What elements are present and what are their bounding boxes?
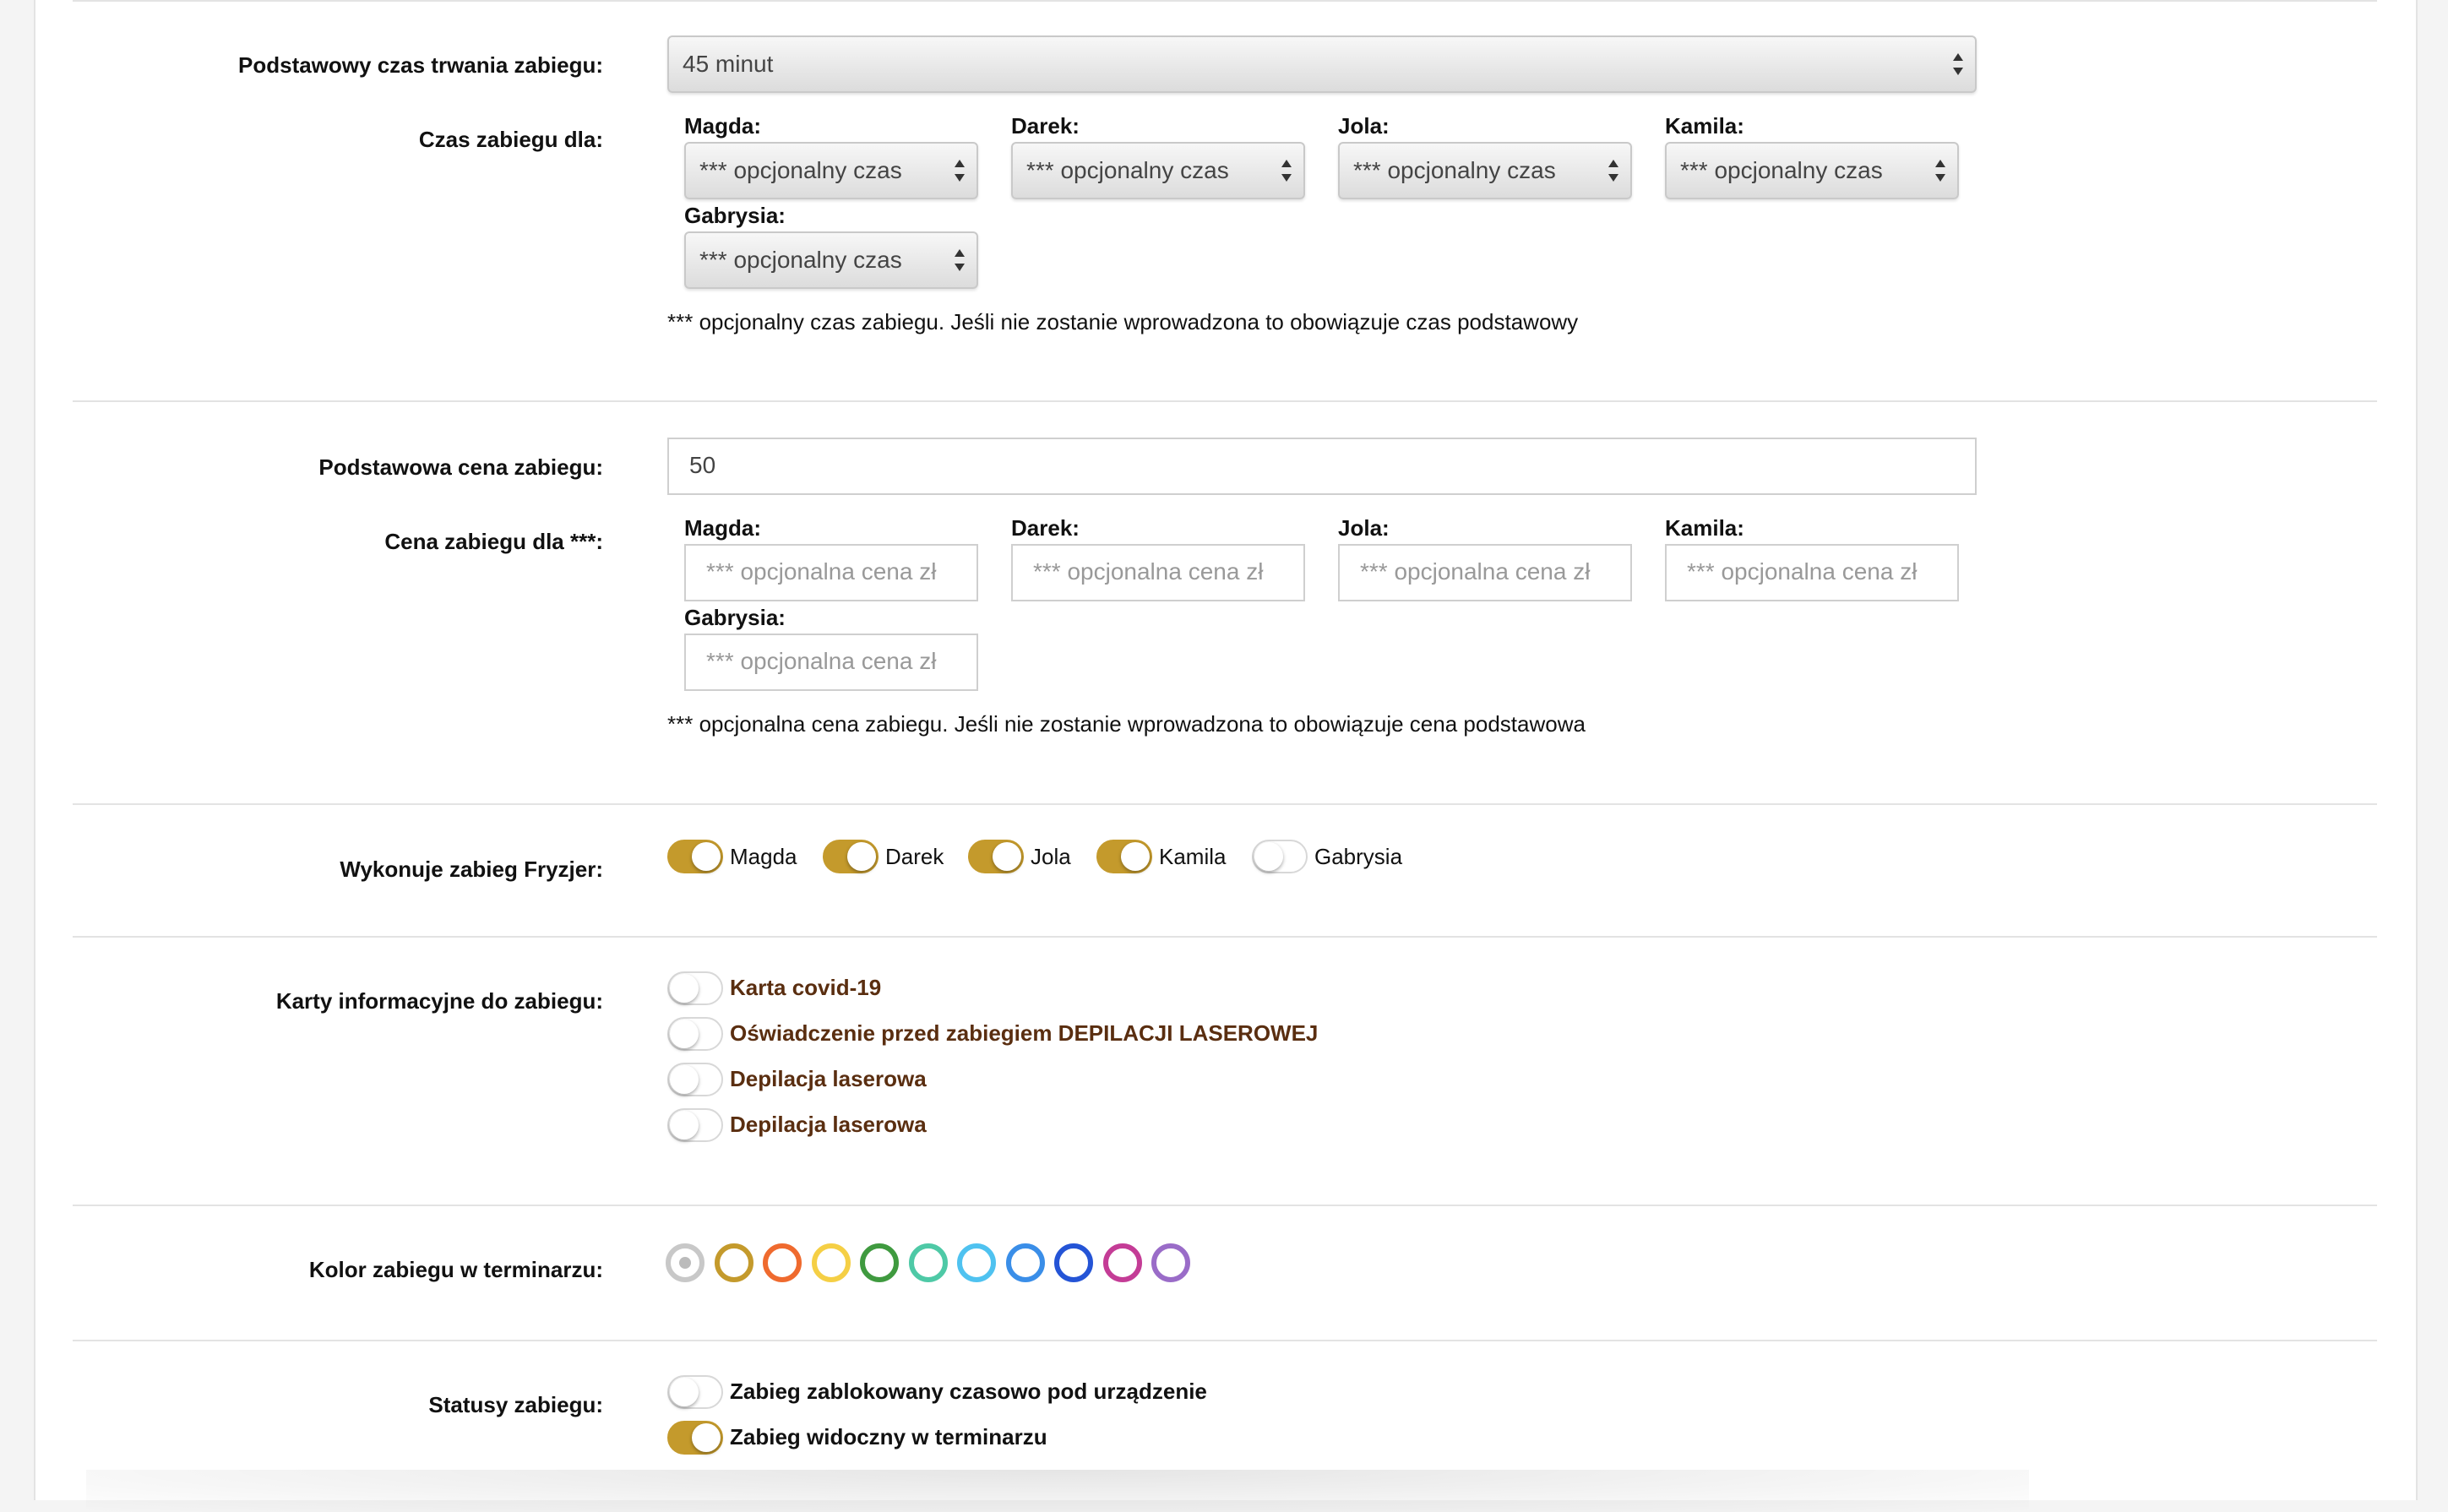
toggle-switch[interactable] bbox=[823, 840, 879, 873]
card-link[interactable]: Depilacja laserowa bbox=[730, 1112, 927, 1138]
duration-staff-select[interactable]: *** opcjonalny czas bbox=[684, 142, 978, 199]
color-swatch[interactable] bbox=[957, 1243, 996, 1282]
toggle-knob bbox=[670, 1020, 699, 1048]
duration-select-value: 45 minut bbox=[683, 51, 774, 77]
toggle-switch[interactable] bbox=[968, 840, 1024, 873]
status-label: Zabieg widoczny w terminarzu bbox=[730, 1424, 1047, 1449]
price-staff-input[interactable]: *** opcjonalna cena zł bbox=[1338, 544, 1632, 601]
color-swatch[interactable] bbox=[1005, 1243, 1045, 1282]
cards-label: Karty informacyjne do zabiegu: bbox=[275, 988, 603, 1014]
duration-staff-select-value: *** opcjonalny czas bbox=[699, 157, 902, 183]
bottom-shadow bbox=[86, 1470, 2029, 1512]
select-arrows-icon bbox=[1935, 160, 1945, 182]
performer-label: Darek bbox=[885, 844, 944, 869]
color-swatch[interactable] bbox=[714, 1243, 753, 1282]
toggle-knob bbox=[1121, 842, 1150, 871]
duration-staff-name: Darek: bbox=[1011, 113, 1080, 139]
toggle-switch[interactable] bbox=[667, 1375, 723, 1409]
duration-select[interactable]: 45 minut bbox=[667, 35, 1977, 93]
price-staff-name: Darek: bbox=[1011, 515, 1080, 541]
divider bbox=[73, 400, 2377, 402]
divider bbox=[73, 936, 2377, 938]
performer-label: Magda bbox=[730, 844, 797, 869]
duration-staff-select[interactable]: *** opcjonalny czas bbox=[684, 231, 978, 289]
card-link[interactable]: Depilacja laserowa bbox=[730, 1066, 927, 1092]
duration-per-staff-label: Czas zabiegu dla: bbox=[418, 127, 603, 152]
duration-label: Podstawowy czas trwania zabiegu: bbox=[238, 52, 603, 78]
statuses-label: Statusy zabiegu: bbox=[428, 1392, 603, 1417]
select-arrows-icon bbox=[1608, 160, 1618, 182]
price-staff-input[interactable]: *** opcjonalna cena zł bbox=[684, 634, 978, 691]
toggle-knob bbox=[993, 842, 1021, 871]
color-swatch[interactable] bbox=[908, 1243, 948, 1282]
toggle-switch[interactable] bbox=[667, 1017, 723, 1051]
duration-staff-select-value: *** opcjonalny czas bbox=[1680, 157, 1883, 183]
color-label: Kolor zabiegu w terminarzu: bbox=[308, 1257, 603, 1282]
toggle-switch[interactable] bbox=[1096, 840, 1152, 873]
toggle-switch[interactable] bbox=[667, 1063, 723, 1096]
color-swatch[interactable] bbox=[1054, 1243, 1093, 1282]
price-staff-name: Kamila: bbox=[1665, 515, 1744, 541]
divider bbox=[73, 803, 2377, 805]
price-staff-input[interactable]: *** opcjonalna cena zł bbox=[684, 544, 978, 601]
color-swatch[interactable] bbox=[811, 1243, 851, 1282]
select-arrows-icon bbox=[1953, 53, 1963, 75]
duration-staff-name: Kamila: bbox=[1665, 113, 1744, 139]
color-swatch[interactable] bbox=[666, 1243, 704, 1282]
price-per-staff-label: Cena zabiegu dla ***: bbox=[384, 529, 603, 554]
price-label: Podstawowa cena zabiegu: bbox=[318, 454, 603, 480]
toggle-switch[interactable] bbox=[667, 1421, 723, 1455]
toggle-knob bbox=[670, 974, 699, 1003]
duration-staff-select-value: *** opcjonalny czas bbox=[699, 247, 902, 273]
duration-staff-select[interactable]: *** opcjonalny czas bbox=[1011, 142, 1305, 199]
duration-staff-select-value: *** opcjonalny czas bbox=[1353, 157, 1556, 183]
performer-label: Gabrysia bbox=[1314, 844, 1403, 869]
performer-label: Kamila bbox=[1159, 844, 1227, 869]
toggle-knob bbox=[1254, 842, 1283, 871]
price-staff-name: Magda: bbox=[684, 515, 761, 541]
price-staff-input[interactable]: *** opcjonalna cena zł bbox=[1011, 544, 1305, 601]
card-link[interactable]: Oświadczenie przed zabiegiem DEPILACJI L… bbox=[730, 1020, 1318, 1047]
duration-staff-name: Magda: bbox=[684, 113, 761, 139]
toggle-switch[interactable] bbox=[667, 971, 723, 1005]
status-label: Zabieg zablokowany czasowo pod urządzeni… bbox=[730, 1379, 1207, 1404]
price-staff-name: Jola: bbox=[1338, 515, 1390, 541]
duration-note: *** opcjonalny czas zabiegu. Jeśli nie z… bbox=[667, 309, 1579, 334]
duration-staff-select-value: *** opcjonalny czas bbox=[1026, 157, 1229, 183]
color-swatch[interactable] bbox=[1102, 1243, 1142, 1282]
duration-staff-name: Jola: bbox=[1338, 113, 1390, 139]
toggle-knob bbox=[692, 842, 721, 871]
toggle-knob bbox=[847, 842, 876, 871]
color-swatch[interactable] bbox=[860, 1243, 899, 1282]
divider bbox=[73, 0, 2377, 2]
toggle-knob bbox=[670, 1111, 699, 1139]
duration-staff-select[interactable]: *** opcjonalny czas bbox=[1338, 142, 1632, 199]
toggle-knob bbox=[692, 1423, 721, 1452]
price-note: *** opcjonalna cena zabiegu. Jeśli nie z… bbox=[667, 711, 1586, 737]
select-arrows-icon bbox=[955, 249, 965, 271]
toggle-switch[interactable] bbox=[1252, 840, 1308, 873]
form-panel: Podstawowy czas trwania zabiegu: 45 minu… bbox=[34, 0, 2418, 1512]
performers-label: Wykonuje zabieg Fryzjer: bbox=[340, 857, 603, 882]
select-arrows-icon bbox=[1281, 160, 1292, 182]
duration-staff-name: Gabrysia: bbox=[684, 203, 786, 228]
toggle-knob bbox=[670, 1065, 699, 1094]
price-staff-input[interactable]: *** opcjonalna cena zł bbox=[1665, 544, 1959, 601]
toggle-switch[interactable] bbox=[667, 1108, 723, 1142]
duration-staff-select[interactable]: *** opcjonalny czas bbox=[1665, 142, 1959, 199]
divider bbox=[73, 1340, 2377, 1341]
selected-dot-icon bbox=[679, 1257, 691, 1269]
price-staff-name: Gabrysia: bbox=[684, 605, 786, 630]
color-swatch[interactable] bbox=[763, 1243, 802, 1282]
toggle-switch[interactable] bbox=[667, 840, 723, 873]
card-link[interactable]: Karta covid-19 bbox=[730, 975, 881, 1001]
performer-label: Jola bbox=[1031, 844, 1071, 869]
divider bbox=[73, 1205, 2377, 1206]
toggle-knob bbox=[670, 1378, 699, 1406]
color-swatch[interactable] bbox=[1151, 1243, 1190, 1282]
price-input[interactable]: 50 bbox=[667, 438, 1977, 495]
select-arrows-icon bbox=[955, 160, 965, 182]
